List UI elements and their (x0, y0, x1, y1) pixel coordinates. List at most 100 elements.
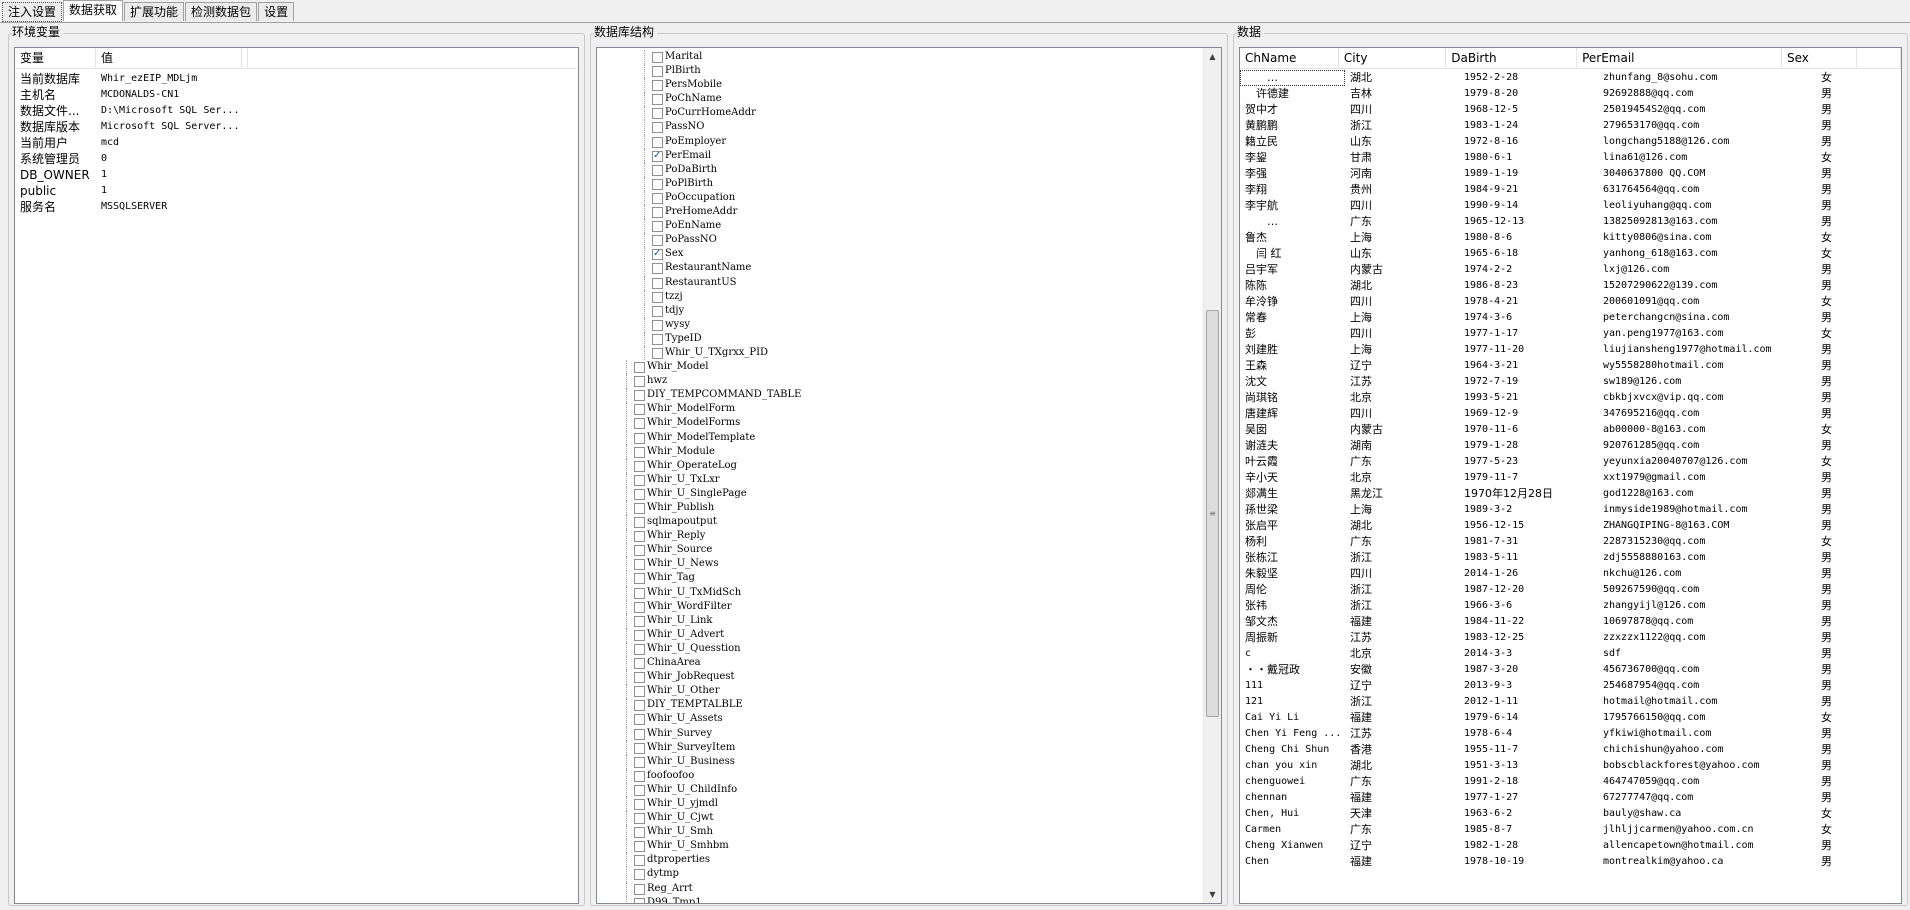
tree-checkbox[interactable] (652, 305, 663, 317)
table-row[interactable]: Chen Yi Feng ... 江苏 1978-6-4 yfkiwi@hotmail… (1240, 726, 1901, 742)
tree-table-node[interactable]: Whir_U_Business (597, 754, 1204, 769)
table-row[interactable]: … 广东 1965-12-13 13825092813@163.com 男 (1240, 214, 1901, 230)
table-row[interactable]: 陈陈 湖北 1986-8-23 15207290622@139.com 男 (1240, 278, 1901, 294)
tree-table-node[interactable]: DIY_TEMPTALBLE (597, 698, 1204, 713)
tree-table-node[interactable]: Reg_Arrt (597, 881, 1204, 896)
env-row[interactable]: 数据文件... D:\Microsoft SQL Ser... (15, 103, 578, 119)
tree-checkbox[interactable] (634, 587, 645, 599)
tree-checkbox[interactable] (652, 122, 663, 134)
tree-checkbox[interactable] (652, 333, 663, 345)
tree-checkbox[interactable] (634, 615, 645, 627)
tree-checkbox[interactable] (634, 503, 645, 514)
tree-table-node[interactable]: Whir_ModelForm (597, 402, 1204, 417)
data-col-dabirth[interactable]: DaBirth (1446, 48, 1578, 68)
tree-checkbox[interactable] (634, 545, 645, 557)
tree-checkbox[interactable] (634, 573, 645, 585)
tree-column-node[interactable]: Whir_U_TXgrxx_PID (597, 345, 1204, 361)
table-row[interactable]: 邹文杰 福建 1984-11-22 10697878@qq.com 男 (1240, 614, 1901, 630)
table-row[interactable]: 籍立民 山东 1972-8-16 longchang5188@126.com 男 (1240, 134, 1901, 150)
tree-checkbox[interactable] (652, 291, 663, 303)
table-row[interactable]: Chen, Hui 天津 1963-6-2 bauly@shaw.ca 女 (1240, 806, 1901, 822)
tree-table-node[interactable]: Whir_Source (597, 543, 1204, 558)
tree-table-node[interactable]: D99_Tmp1 (597, 895, 1204, 903)
tree-checkbox[interactable] (652, 52, 663, 63)
table-row[interactable]: 111 辽宁 2013-9-3 254687954@qq.com 男 (1240, 678, 1901, 694)
tree-column-node[interactable]: tdjy (597, 303, 1204, 318)
data-col-peremail[interactable]: PerEmail (1577, 48, 1783, 68)
tree-checkbox[interactable] (634, 418, 645, 430)
tree-table-node[interactable]: Whir_U_TxMidSch (597, 585, 1204, 600)
tree-column-node[interactable]: Marital (597, 50, 1204, 65)
tree-checkbox[interactable] (634, 672, 645, 684)
tree-checkbox[interactable] (634, 531, 645, 543)
tab-1[interactable]: 数据获取 (63, 0, 124, 21)
tree-checkbox[interactable] (634, 883, 645, 895)
tree-table-node[interactable]: Whir_U_Link (597, 613, 1204, 628)
table-row[interactable]: 牟泠铮 四川 1978-4-21 200601091@qq.com 女 (1240, 294, 1901, 310)
table-row[interactable]: 李宇航 四川 1990-9-14 leoliyuhang@qq.com 男 (1240, 198, 1901, 214)
tree-column-node[interactable]: PoEmployer (597, 134, 1204, 149)
tree-checkbox[interactable] (634, 813, 645, 825)
tree-table-node[interactable]: Whir_Module (597, 444, 1204, 459)
table-row[interactable]: 辛小天 北京 1979-11-7 xxt1979@gmail.com 男 (1240, 470, 1901, 486)
tree-checkbox[interactable] (634, 488, 645, 500)
env-row[interactable]: DB_OWNER 1 (15, 167, 578, 183)
tree-table-node[interactable]: sqlmapoutput (597, 515, 1204, 530)
env-row[interactable]: 主机名 MCDONALDS-CN1 (15, 87, 578, 103)
tree-column-node[interactable]: PoChName (597, 92, 1204, 107)
db-tree[interactable]: Marital PlBirth PersMobile PoChName PoCurrHo… (596, 47, 1222, 904)
tree-checkbox[interactable] (634, 855, 645, 867)
tree-checkbox[interactable] (634, 658, 645, 670)
tree-checkbox[interactable] (652, 66, 663, 78)
tree-checkbox[interactable] (634, 756, 645, 768)
tree-checkbox[interactable] (652, 149, 663, 163)
data-col-city[interactable]: City (1339, 48, 1447, 68)
table-row[interactable]: 朱毅坚 四川 2014-1-26 nkchu@126.com 男 (1240, 566, 1901, 582)
tree-table-node[interactable]: Whir_Survey (597, 726, 1204, 741)
scroll-down-arrow-icon[interactable]: ▼ (1204, 886, 1221, 903)
tree-checkbox[interactable] (634, 700, 645, 712)
tree-table-node[interactable]: Whir_U_Smh (597, 825, 1204, 840)
tab-4[interactable]: 设置 (258, 2, 295, 21)
tree-checkbox[interactable] (652, 192, 663, 204)
table-row[interactable]: 李翔 贵州 1984-9-21 631764564@qq.com 男 (1240, 182, 1901, 198)
tree-checkbox[interactable] (634, 601, 645, 613)
tree-checkbox[interactable] (634, 432, 645, 444)
tree-table-node[interactable]: Whir_Publish (597, 501, 1204, 516)
tree-checkbox[interactable] (634, 841, 645, 853)
table-row[interactable]: 孫世梁 上海 1989-3-2 inmyside1989@hotmail.com 男 (1240, 502, 1901, 518)
table-row[interactable]: Carmen 广东 1985-8-7 jlhljjcarmen@yahoo.com.c… (1240, 822, 1901, 838)
table-row[interactable]: 尚琪铭 北京 1993-5-21 cbkbjxvcx@vip.qq.com 男 (1240, 390, 1901, 406)
env-row[interactable]: 数据库版本 Microsoft SQL Server... (15, 119, 578, 135)
data-col-chname[interactable]: ChName (1240, 48, 1339, 68)
tree-checkbox[interactable] (652, 136, 663, 148)
env-row[interactable]: 当前用户 mcd (15, 135, 578, 151)
table-row[interactable]: 谢涟夫 湖南 1979-1-28 920761285@qq.com 男 (1240, 438, 1901, 454)
table-row[interactable]: 李鋆 甘肃 1980-6-1 lina61@126.com 女 (1240, 150, 1901, 166)
tree-checkbox[interactable] (634, 559, 645, 571)
table-row[interactable]: c 北京 2014-3-3 sdf 男 (1240, 646, 1901, 662)
table-row[interactable]: 闫 红 山东 1965-6-18 yanhong_618@163.com 女 (1240, 246, 1901, 262)
tree-checkbox[interactable] (634, 376, 645, 388)
table-row[interactable]: 鲁杰 上海 1980-8-6 kitty0806@sina.com 女 (1240, 230, 1901, 246)
table-row[interactable]: 许德建 吉林 1979-8-20 92692888@qq.com 男 (1240, 86, 1901, 102)
tree-checkbox[interactable] (652, 108, 663, 120)
table-row[interactable]: chan you xin 湖北 1951-3-13 bobscblackforest@… (1240, 758, 1901, 774)
data-list[interactable]: ChName City DaBirth PerEmail Sex … 湖北 1952-2-2… (1239, 47, 1902, 904)
db-tree-scrollbar[interactable]: ▲ ≡ ▼ (1203, 48, 1221, 903)
tree-table-node[interactable]: Whir_U_Assets (597, 712, 1204, 727)
table-row[interactable]: 李强 河南 1989-1-19 3040637800 QQ.COM 男 (1240, 166, 1901, 182)
tree-column-node[interactable]: wysy (597, 317, 1204, 332)
tree-column-node[interactable]: PoOccupation (597, 190, 1204, 206)
tree-checkbox[interactable] (634, 714, 645, 726)
table-row[interactable]: Chen 福建 1978-10-19 montrealkim@yahoo.ca 男 (1240, 854, 1901, 870)
table-row[interactable]: 沈文 江苏 1972-7-19 sw189@126.com 男 (1240, 374, 1901, 390)
tree-column-node[interactable]: PoDaBirth (597, 162, 1204, 177)
tree-checkbox[interactable] (634, 404, 645, 416)
tree-checkbox[interactable] (634, 798, 645, 810)
env-row[interactable]: 系统管理员 0 (15, 151, 578, 167)
tree-table-node[interactable]: Whir_U_Other (597, 684, 1204, 699)
tree-table-node[interactable]: Whir_U_SinglePage (597, 486, 1204, 501)
table-row[interactable]: 彭 四川 1977-1-17 yan.peng1977@163.com 女 (1240, 326, 1901, 342)
tree-checkbox[interactable] (652, 319, 663, 331)
